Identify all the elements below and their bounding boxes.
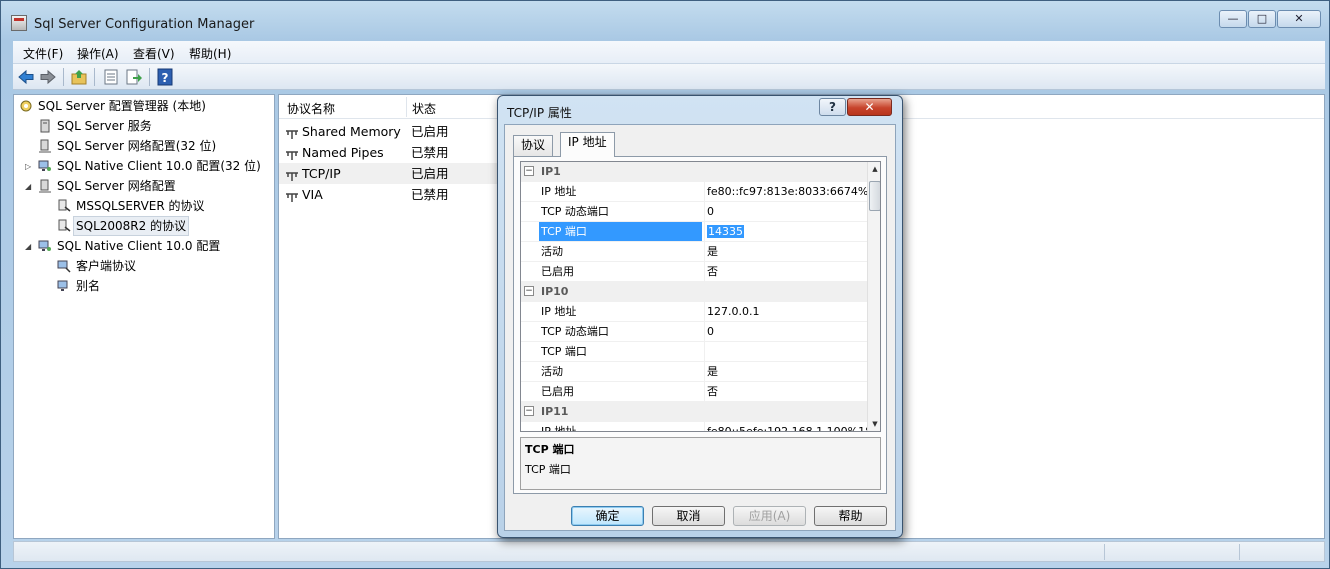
title-bar: Sql Server Configuration Manager — □ ✕ — [1, 1, 1329, 39]
collapse-icon[interactable]: − — [524, 406, 534, 416]
maximize-button[interactable]: □ — [1248, 10, 1276, 28]
client-config-icon — [38, 239, 52, 253]
property-row[interactable]: 已启用 否 — [521, 262, 867, 282]
dialog-help-button[interactable]: ? — [819, 98, 846, 116]
toolbar: ? — [13, 64, 1325, 90]
help-icon[interactable]: ? — [156, 68, 174, 86]
collapse-icon[interactable]: − — [524, 286, 534, 296]
tree-pane: SQL Server 配置管理器 (本地) SQL Server 服务 SQL … — [13, 94, 275, 539]
column-header-protocol[interactable]: 协议名称 — [287, 100, 335, 117]
config-manager-icon — [19, 99, 33, 113]
collapse-icon[interactable]: − — [524, 166, 534, 176]
property-row[interactable]: 活动 是 — [521, 242, 867, 262]
property-row[interactable]: TCP 动态端口 0 — [521, 322, 867, 342]
scroll-thumb[interactable] — [869, 181, 880, 211]
network-config-icon — [38, 179, 52, 193]
property-row[interactable]: IP 地址 fe80::fc97:813e:8033:6674%12 — [521, 182, 867, 202]
menu-file[interactable]: 文件(F) — [23, 45, 63, 62]
description-title: TCP 端口 — [525, 443, 575, 456]
property-row[interactable]: 已启用 否 — [521, 382, 867, 402]
property-row[interactable]: IP 地址 fe80::5efe:192.168.1.100%18 — [521, 422, 867, 431]
collapse-arrow[interactable]: ◢ — [25, 183, 33, 191]
properties-icon[interactable] — [102, 68, 120, 86]
back-icon[interactable] — [17, 68, 35, 86]
tcp-port-value[interactable]: 14335 — [707, 225, 744, 238]
description-panel: TCP 端口 TCP 端口 — [520, 437, 881, 490]
expand-arrow[interactable]: ▷ — [25, 163, 33, 171]
vertical-scrollbar[interactable]: ▲ ▼ — [867, 162, 880, 431]
list-row-tcp-ip[interactable]: TCP/IP 已启用 — [279, 163, 499, 184]
up-folder-icon[interactable] — [70, 68, 88, 86]
ip-address-panel: − IP1 IP 地址 fe80::fc97:813e:8033:6674%12… — [513, 156, 887, 494]
menu-view[interactable]: 查看(V) — [133, 45, 175, 62]
protocol-icon — [285, 125, 299, 139]
minimize-button[interactable]: — — [1219, 10, 1247, 28]
protocol-icon — [285, 188, 299, 202]
list-row-via[interactable]: VIA 已禁用 — [279, 184, 499, 205]
scroll-up-arrow-icon[interactable]: ▲ — [868, 162, 880, 176]
client-protocol-icon — [57, 259, 71, 273]
tcp-ip-properties-dialog: TCP/IP 属性 ? ✕ 协议 IP 地址 − IP1 IP 地址 fe80:… — [497, 95, 903, 538]
property-row[interactable]: 活动 是 — [521, 362, 867, 382]
close-button[interactable]: ✕ — [1277, 10, 1321, 28]
protocol-icon — [285, 167, 299, 181]
protocol-icon — [57, 199, 71, 213]
menu-action[interactable]: 操作(A) — [77, 45, 119, 62]
tab-protocol[interactable]: 协议 — [513, 135, 554, 156]
list-row-shared-memory[interactable]: Shared Memory 已启用 — [279, 121, 499, 142]
category-ip1[interactable]: − IP1 — [521, 162, 867, 182]
export-icon[interactable] — [125, 68, 143, 86]
category-ip10[interactable]: − IP10 — [521, 282, 867, 302]
menu-help[interactable]: 帮助(H) — [189, 45, 231, 62]
category-ip11[interactable]: − IP11 — [521, 402, 867, 422]
cancel-button[interactable]: 取消 — [652, 506, 725, 526]
apply-button[interactable]: 应用(A) — [733, 506, 806, 526]
property-row[interactable]: TCP 端口 — [521, 342, 867, 362]
column-header-status[interactable]: 状态 — [412, 100, 436, 117]
scroll-down-arrow-icon[interactable]: ▼ — [868, 417, 880, 431]
tab-ip-addresses[interactable]: IP 地址 — [560, 132, 615, 157]
property-row-selected[interactable]: TCP 端口 14335 — [521, 222, 867, 242]
dialog-title: TCP/IP 属性 — [507, 106, 572, 120]
network-config-icon — [38, 139, 52, 153]
menu-bar: 文件(F) 操作(A) 查看(V) 帮助(H) — [13, 41, 1325, 64]
server-icon — [38, 119, 52, 133]
property-row[interactable]: IP 地址 127.0.0.1 — [521, 302, 867, 322]
protocol-icon — [285, 146, 299, 160]
collapse-arrow[interactable]: ◢ — [25, 243, 33, 251]
client-config-icon — [38, 159, 52, 173]
description-text: TCP 端口 — [525, 463, 571, 476]
property-row[interactable]: TCP 动态端口 0 — [521, 202, 867, 222]
window-title: Sql Server Configuration Manager — [34, 17, 255, 32]
dialog-body: 协议 IP 地址 − IP1 IP 地址 fe80::fc97:813e:803… — [504, 124, 896, 531]
protocol-icon — [57, 219, 71, 233]
ok-button[interactable]: 确定 — [571, 506, 644, 526]
status-bar — [13, 541, 1325, 562]
help-button[interactable]: 帮助 — [814, 506, 887, 526]
forward-icon[interactable] — [39, 68, 57, 86]
app-icon — [11, 15, 27, 31]
property-grid: − IP1 IP 地址 fe80::fc97:813e:8033:6674%12… — [520, 161, 881, 432]
alias-icon — [57, 279, 71, 293]
dialog-close-button[interactable]: ✕ — [847, 98, 892, 116]
list-row-named-pipes[interactable]: Named Pipes 已禁用 — [279, 142, 499, 163]
svg-text:?: ? — [162, 71, 169, 85]
